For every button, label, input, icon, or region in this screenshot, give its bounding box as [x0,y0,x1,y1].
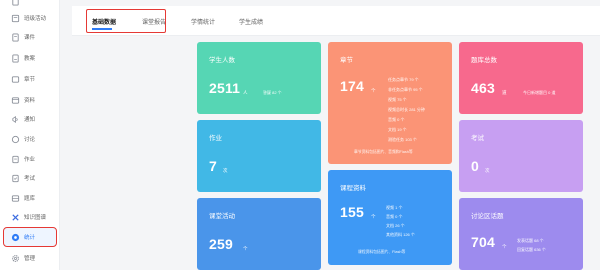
card-chapter-detail: 任务点章节 79 个 [388,77,419,82]
card-questions-title: 题库总数 [471,57,497,64]
card-discussion-unit: 个 [502,244,507,249]
sidebar-item-discussion[interactable]: 讨论 [4,130,56,148]
knowledge-graph-icon [10,212,20,222]
card-discussion-detail: 发表话题 68 个 [517,238,544,243]
card-chapter-unit: 个 [371,88,376,93]
card-chapter-detail: 非任务点章节 95 个 [388,87,423,92]
homework-icon [10,154,20,164]
card-chapter-detail: 文档 19 个 [388,127,407,132]
card-students-extra: 答疑 82 个 [263,90,282,95]
discussion-icon [10,134,20,144]
tab-basic-data[interactable]: 基础数据 [92,17,116,26]
statistics-icon [10,232,20,242]
gear-icon [10,253,20,263]
card-discussion[interactable]: 讨论区话题 704 个 发表话题 68 个 回复话题 636 个 [459,198,583,270]
card-students-value: 2511 [209,80,241,96]
card-activity-title: 课堂活动 [209,213,235,220]
active-tab-indicator [92,28,112,30]
card-resources-detail: 音频 0 个 [386,214,403,219]
sidebar: 班级活动 课件 教案 章节 资料 通知 讨论 作业 考试 题库 知识图谱 统计 … [0,0,60,270]
sidebar-item-chapter[interactable]: 章节 [4,70,56,88]
card-chapter-footnote: 章节资料包括图片、音频和Flash等 [354,150,413,154]
sidebar-item-class-activity[interactable]: 班级活动 [4,9,56,27]
card-chapter-detail: 视频 75 个 [388,97,407,102]
card-discussion-detail: 回复话题 636 个 [517,247,546,252]
card-exam[interactable]: 考试 0 次 [459,120,583,192]
card-homework-unit: 次 [223,168,228,173]
card-questions-extra: 今日新增题目 0 道 [523,90,556,95]
card-questions-unit: 道 [502,90,507,95]
tab-bar: 基础数据 课堂报告 学情统计 学生成绩 [72,6,600,36]
card-resources-unit: 个 [371,214,376,219]
card-exam-title: 考试 [471,135,484,142]
sidebar-item-manage[interactable]: 管理 [4,249,56,267]
courseware-icon [10,32,20,42]
sidebar-item-exam[interactable]: 考试 [4,169,56,187]
sidebar-item-knowledge-graph[interactable]: 知识图谱 [4,208,56,226]
card-resources-title: 课程资料 [340,185,366,192]
card-resources-detail: 其他资料 126 个 [386,232,415,237]
sidebar-item-lesson-plan[interactable]: 教案 [4,49,56,67]
card-activity-unit: 个 [243,246,248,251]
lesson-plan-icon [10,53,20,63]
card-students-title: 学生人数 [209,57,235,64]
card-exam-unit: 次 [485,168,490,173]
card-discussion-value: 704 [471,234,495,250]
sidebar-item-statistics[interactable]: 统计 [3,227,57,247]
chapter-icon [10,74,20,84]
card-resources-footnote: 课程资料包括图片、Flash等 [358,250,406,254]
sidebar-item-notice[interactable]: 通知 [4,110,56,128]
resource-icon [10,95,20,105]
card-chapter-detail: 音频 0 个 [388,117,405,122]
sidebar-item-resource[interactable]: 资料 [4,91,56,109]
sidebar-item-homework[interactable]: 作业 [4,150,56,168]
card-questions-value: 463 [471,80,495,96]
card-homework-title: 作业 [209,135,222,142]
card-exam-value: 0 [471,158,479,174]
tab-class-report[interactable]: 课堂报告 [142,17,166,26]
card-chapter-detail: 视频总时长 281 分钟 [388,107,425,112]
card-discussion-title: 讨论区话题 [471,213,504,220]
tab-student-grades[interactable]: 学生成绩 [239,17,263,26]
card-homework-value: 7 [209,158,217,174]
card-class-activity[interactable]: 课堂活动 259 个 [197,198,321,270]
question-bank-icon [10,193,20,203]
sidebar-item-courseware[interactable]: 课件 [4,28,56,46]
card-course-resources[interactable]: 课程资料 155 个 视频 1 个 音频 0 个 文档 26 个 其他资料 12… [328,170,452,265]
card-resources-value: 155 [340,204,364,220]
card-question-bank[interactable]: 题库总数 463 道 今日新增题目 0 道 [459,42,583,114]
card-resources-detail: 视频 1 个 [386,205,403,210]
doc-icon [10,0,20,6]
card-students-unit: 人 [243,90,248,95]
notice-icon [10,114,20,124]
card-chapter-title: 章节 [340,57,353,64]
card-students[interactable]: 学生人数 2511 人 答疑 82 个 [197,42,321,114]
card-resources-detail: 文档 26 个 [386,223,405,228]
card-chapter-detail: 测验任务 103 个 [388,137,417,142]
tab-learning-stats[interactable]: 学情统计 [191,17,215,26]
card-homework[interactable]: 作业 7 次 [197,120,321,192]
card-activity-value: 259 [209,236,233,252]
exam-icon [10,173,20,183]
card-chapter-value: 174 [340,78,364,94]
card-chapter[interactable]: 章节 174 个 任务点章节 79 个 非任务点章节 95 个 视频 75 个 … [328,42,452,164]
activity-icon [10,13,20,23]
sidebar-item-question-bank[interactable]: 题库 [4,189,56,207]
